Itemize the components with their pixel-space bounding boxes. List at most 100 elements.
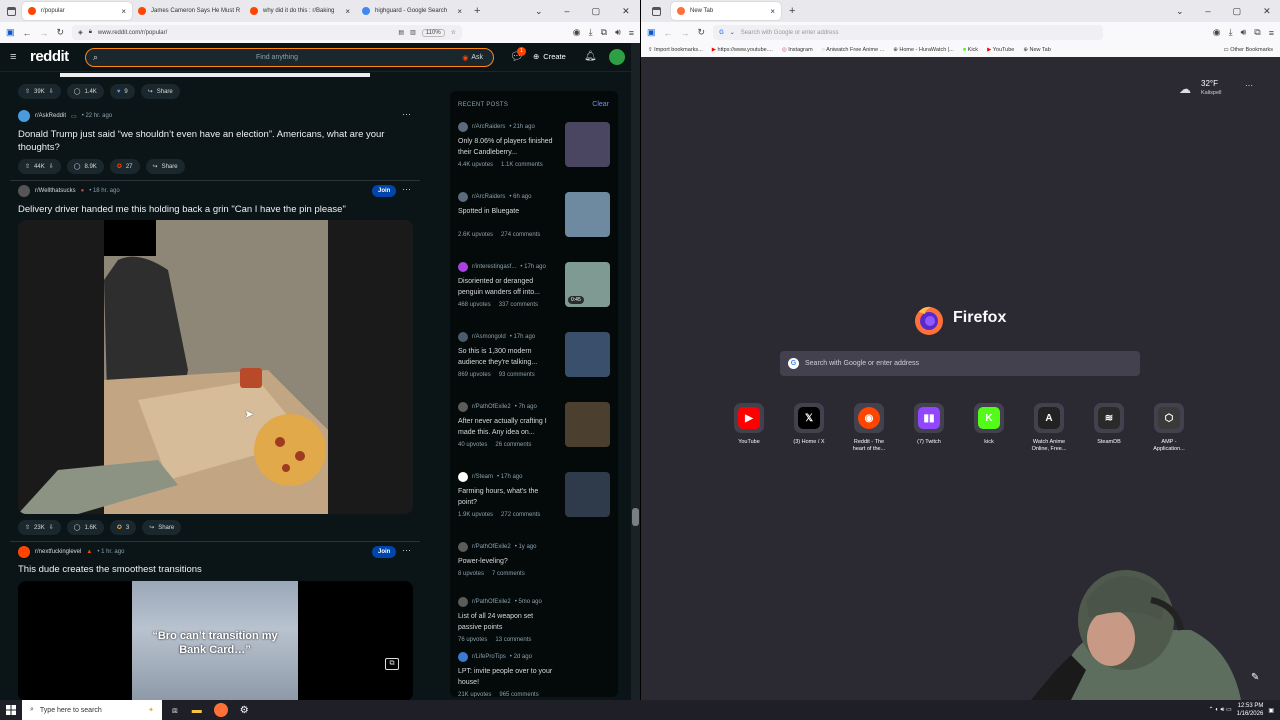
notification-icon[interactable]: ▣ [1268,707,1274,714]
more-options-icon[interactable]: ··· [402,184,411,194]
list-all-tabs-icon[interactable]: ⌄ [535,6,543,17]
recent-post-thumbnail[interactable] [565,192,610,237]
hamburger-icon[interactable]: ≡ [10,51,16,63]
close-window-icon[interactable]: ✕ [1263,6,1271,17]
recent-post-subreddit[interactable]: r/PathOfExile2 [472,544,511,550]
shortcut-tile[interactable]: ≋ SteamDB [1087,403,1131,446]
avatar[interactable] [609,49,625,65]
recent-post-item[interactable]: r/interestingasf... • 17h ago Disoriented … [458,262,610,308]
file-explorer-icon[interactable]: ▬ [192,705,202,716]
join-button[interactable]: Join [372,185,397,197]
shortcut-tile[interactable]: A Watch Anime Online, Free... [1027,403,1071,453]
close-icon[interactable]: × [770,7,775,16]
recent-post-subreddit[interactable]: r/PathOfExile2 [472,599,511,605]
vote-button[interactable]: ⇧ 44K ⇩ [18,159,61,174]
recent-post-thumbnail[interactable] [565,332,610,377]
tab-google-search[interactable]: highguard - Google Search × [356,2,468,20]
system-tray-icons[interactable]: ⌃ ◐ 🔊︎ ▭ [1209,706,1232,714]
recent-post-item[interactable]: r/PathOfExile2 • 5mo ago List of all 24 we… [458,597,610,643]
newtab-search-input[interactable]: Search with Google or enter address [805,360,919,367]
forward-icon[interactable]: → [681,28,690,38]
upvote-icon[interactable]: ⇧ [25,163,30,170]
post-title[interactable]: This dude creates the smoothest transiti… [18,563,418,576]
recent-post-subreddit[interactable]: r/ArcRaiders [472,124,505,130]
menu-icon[interactable]: ≡ [1269,28,1274,38]
recent-post-subreddit[interactable]: r/Steam [472,474,493,480]
minimize-icon[interactable]: – [565,6,570,16]
taskbar-search-input[interactable]: Type here to search [40,707,102,714]
taskbar-search[interactable]: ⌕ Type here to search ✦ [22,700,162,720]
recent-post-item[interactable]: r/LifeProTips • 2d ago LPT: invite people … [458,652,610,697]
ask-button[interactable]: ◉ Ask [462,54,483,62]
reddit-logo[interactable]: reddit [30,48,69,65]
shortcut-tile[interactable]: ⬡ AMP - Application... [1147,403,1191,453]
recent-post-subreddit[interactable]: r/interestingasf... [472,264,516,270]
clock-date[interactable]: 1/16/2026 [1237,710,1264,718]
recent-post-subreddit[interactable]: r/Asmongold [472,334,506,340]
shortcut-tile[interactable]: 𝕏 (3) Home / X [787,403,831,446]
bookmark-item[interactable]: ⊕ New Tab [1023,47,1050,53]
sidebar-toggle-icon[interactable]: ▣ [647,27,656,38]
close-icon[interactable]: × [121,7,126,16]
recent-post-title[interactable]: After never actually crafting I made thi… [458,416,558,438]
more-options-icon[interactable]: ··· [1245,81,1253,90]
award-button[interactable]: ✪ 3 [109,520,137,535]
other-bookmarks[interactable]: ▭ Other Bookmarks [1223,47,1273,53]
list-all-tabs-icon[interactable]: ⌄ [1176,6,1184,17]
firefox-taskbar-icon[interactable] [213,703,228,717]
comments-button[interactable]: ◯ 1.6K [66,520,104,535]
share-button[interactable]: ↪ Share [142,520,182,535]
recent-post-thumbnail[interactable]: 0:45 [565,262,610,307]
recent-post-item[interactable]: r/ArcRaiders • 21h ago Only 8.06% of playe… [458,122,610,168]
scrollbar[interactable] [631,43,640,700]
audio-icon[interactable]: 🔊︎ [1241,27,1247,38]
shortcut-tile[interactable]: ▮▮ (7) Twitch [907,403,951,446]
pip-icon[interactable]: ⧉ [385,658,399,670]
close-icon[interactable]: × [457,7,462,16]
bookmark-star-icon[interactable]: ☆ [451,29,456,36]
bookmark-item[interactable]: ■ Kick [963,47,978,53]
bookmark-item[interactable]: ◌ Aniwatch Free Anime ... [822,47,885,53]
comments-button[interactable]: ◯ 8.9K [66,159,104,174]
tab-new-tab[interactable]: New Tab × [671,2,781,20]
upvote-icon[interactable]: ⇧ [25,88,30,95]
recent-post-subreddit[interactable]: r/LifeProTips [472,654,506,660]
new-tab-icon[interactable]: + [474,5,480,17]
shield-icon[interactable]: ◉ [1213,27,1221,38]
extensions-icon[interactable]: ⧉ [1254,27,1260,38]
more-options-icon[interactable]: ··· [402,109,411,119]
forward-icon[interactable]: → [40,28,49,38]
recent-post-item[interactable]: r/Asmongold • 17h ago So this is 1,300 mod… [458,332,610,378]
tab-james-cameron[interactable]: James Cameron Says He Must R × [132,2,244,20]
subreddit-link[interactable]: r/Wellthatsucks [35,188,76,194]
recent-post-thumbnail[interactable] [565,402,610,447]
address-bar[interactable]: G ⌄ Search with Google or enter address [713,25,1104,40]
recent-post-subreddit[interactable]: r/ArcRaiders [472,194,505,200]
screenshot-icon[interactable]: ▥ [410,29,416,36]
close-icon[interactable]: × [345,7,350,16]
bookmark-item[interactable]: ⊕ Home - HuraWatch |... [893,47,954,53]
address-input[interactable]: Search with Google or enter address [741,30,839,36]
new-tab-icon[interactable]: + [789,5,795,17]
minimize-icon[interactable]: – [1206,6,1211,16]
share-button[interactable]: ↪ Share [145,159,185,174]
newtab-search-bar[interactable]: G Search with Google or enter address [780,351,1140,376]
recent-post-subreddit[interactable]: r/PathOfExile2 [472,404,511,410]
more-options-icon[interactable]: ··· [402,545,411,555]
scrollbar-thumb[interactable] [632,508,639,526]
tab-list-icon[interactable] [0,6,22,16]
share-button[interactable]: ↪ Share [140,84,180,99]
vote-button[interactable]: ⇧ 23K ⇩ [18,520,61,535]
reload-icon[interactable]: ↻ [698,27,706,38]
award-button[interactable]: ✪ 27 [109,159,140,174]
reload-icon[interactable]: ↻ [57,27,65,38]
recent-post-title[interactable]: LPT: invite people over to your house! [458,666,558,688]
back-icon[interactable]: ← [664,28,673,38]
bookmark-item[interactable]: ▶ YouTube [987,47,1014,53]
recent-post-title[interactable]: Only 8.06% of players finished their Can… [458,136,558,158]
recent-post-title[interactable]: Disoriented or deranged penguin wanders … [458,276,558,298]
join-button[interactable]: Join [372,546,397,558]
downvote-icon[interactable]: ⇩ [49,163,54,170]
post-title[interactable]: Donald Trump just said “we shouldn’t eve… [18,128,418,154]
downvote-icon[interactable]: ⇩ [49,88,54,95]
